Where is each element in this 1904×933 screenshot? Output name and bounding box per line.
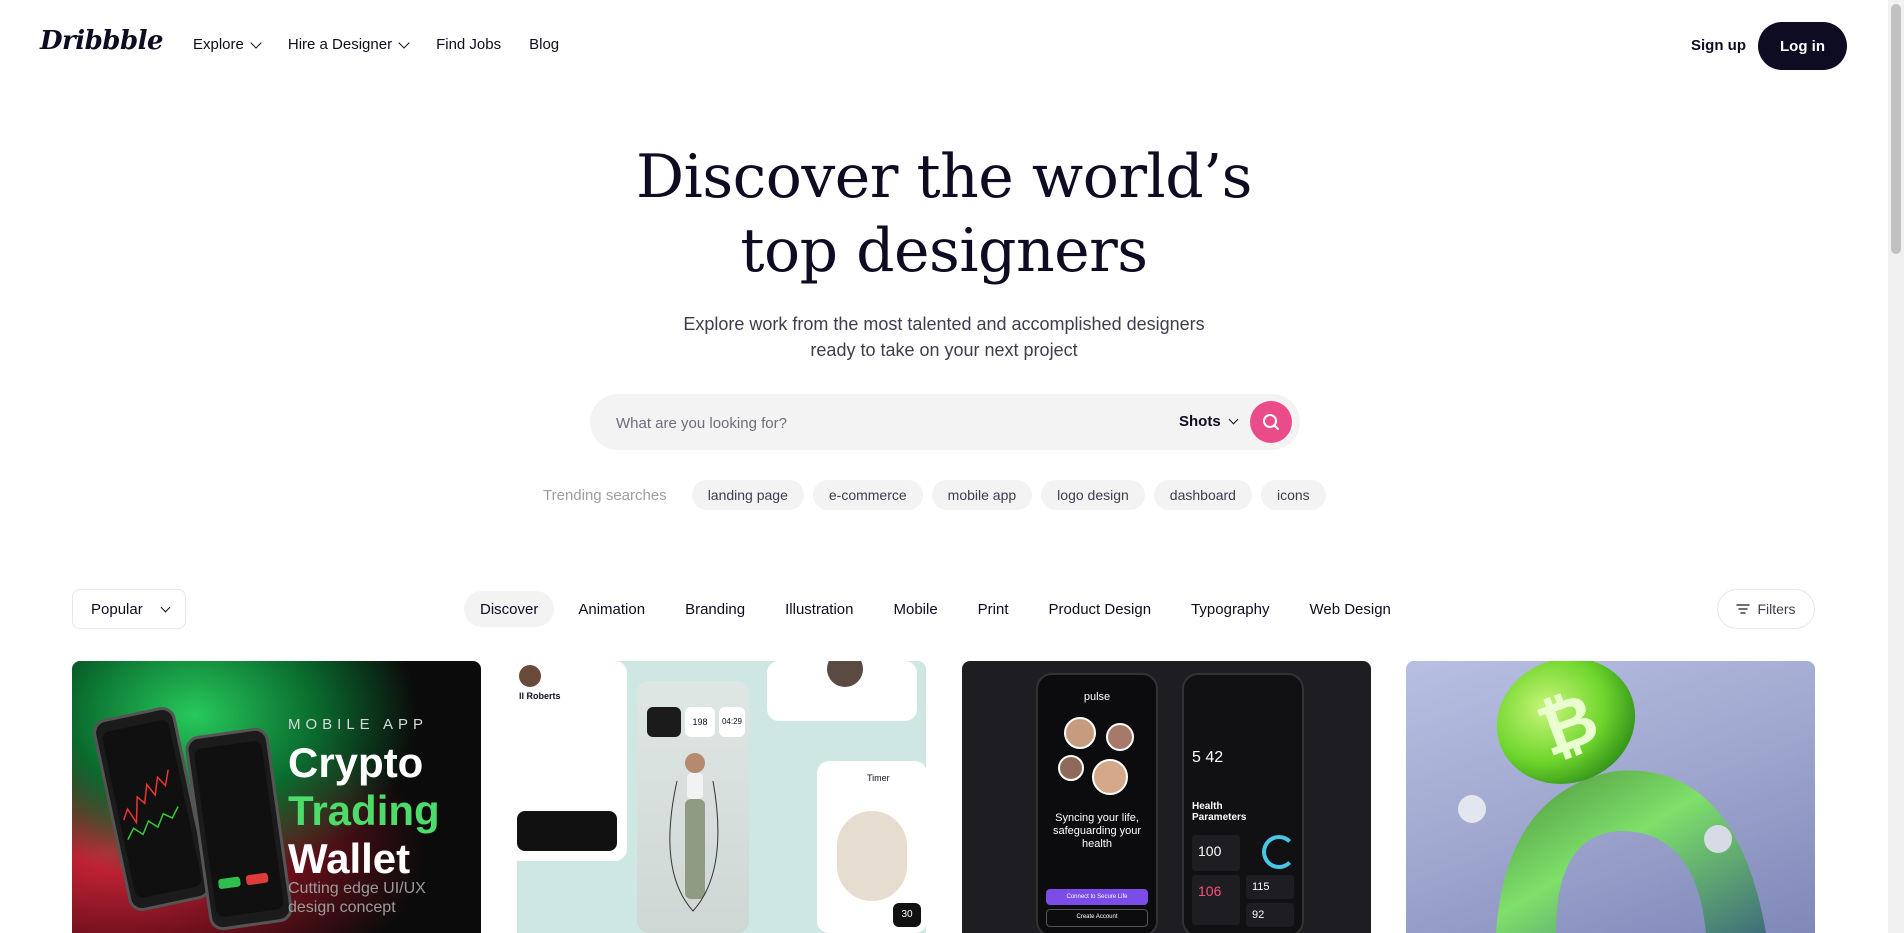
trending-chip[interactable]: icons — [1260, 480, 1326, 510]
cta-secondary: Create Account — [1046, 909, 1148, 927]
shot-caption: Cutting edge UI/UX design concept — [288, 879, 426, 917]
trending-chip[interactable]: dashboard — [1153, 480, 1252, 510]
avatar — [519, 665, 541, 687]
tab-discover[interactable]: Discover — [464, 591, 555, 627]
chevron-down-icon — [398, 36, 410, 49]
trending-searches: Trending searches landing page e-commerc… — [543, 480, 1335, 510]
tab-illustration[interactable]: Illustration — [769, 591, 869, 627]
app-headline: Syncing your life, safeguarding your hea… — [1052, 812, 1142, 850]
shot-thumbnail-crypto-wallet[interactable]: MOBILE APP Crypto Trading Wallet Cutting… — [72, 661, 481, 933]
shot-thumbnail-fitness-app[interactable]: ll Roberts 198 04:29 Timer 30 — [517, 661, 926, 933]
trending-chip[interactable]: e-commerce — [812, 480, 923, 510]
tab-print[interactable]: Print — [962, 591, 1025, 627]
tab-product-design[interactable]: Product Design — [1033, 591, 1168, 627]
page-scrollbar[interactable] — [1888, 0, 1904, 933]
nav-blog[interactable]: Blog — [529, 36, 559, 53]
trending-label: Trending searches — [543, 486, 667, 504]
sort-dropdown[interactable]: Popular — [72, 589, 186, 629]
cta-primary: Connect to Secure Life — [1046, 889, 1148, 905]
dribbble-logo[interactable]: Dribbble — [40, 26, 164, 56]
hero-title-line-1: Discover the world’s — [636, 142, 1252, 212]
hero-subtitle-line-1: Explore work from the most talented and … — [683, 314, 1205, 334]
search-type-select[interactable]: Shots — [1179, 413, 1239, 430]
nav-hire-label: Hire a Designer — [287, 36, 393, 53]
tab-web-design[interactable]: Web Design — [1293, 591, 1406, 627]
chart-graphic — [122, 769, 179, 841]
nav-explore-label: Explore — [193, 36, 244, 53]
main-nav: Explore Hire a Designer Find Jobs Blog — [193, 36, 587, 53]
panel-title: Health Parameters — [1192, 801, 1247, 823]
athlete-illustration — [669, 753, 719, 912]
filters-label: Filters — [1757, 601, 1796, 617]
avatar — [1092, 759, 1128, 795]
card-label: Timer — [867, 773, 890, 783]
login-button[interactable]: Log in — [1758, 22, 1847, 70]
trending-chip[interactable]: logo design — [1041, 480, 1145, 510]
chevron-down-icon — [250, 36, 262, 49]
tab-typography[interactable]: Typography — [1175, 591, 1285, 627]
trending-chip[interactable]: mobile app — [931, 480, 1033, 510]
hero-title-line-2: top designers — [740, 216, 1148, 286]
metric-tile: 115 — [1246, 875, 1294, 899]
nav-hire-designer[interactable]: Hire a Designer — [287, 36, 410, 53]
shot-caption-line: Cutting edge UI/UX — [288, 880, 426, 897]
app-card — [767, 661, 917, 721]
tab-branding[interactable]: Branding — [669, 591, 761, 627]
signup-link[interactable]: Sign up — [1691, 37, 1746, 54]
filters-button[interactable]: Filters — [1717, 589, 1815, 629]
avatar — [1106, 723, 1134, 751]
nav-find-jobs[interactable]: Find Jobs — [436, 36, 501, 53]
app-brand: pulse — [1083, 691, 1111, 703]
tab-animation[interactable]: Animation — [562, 591, 661, 627]
search-input[interactable] — [614, 394, 1118, 452]
app-card: Timer 30 — [817, 761, 926, 933]
hero-subtitle: Explore work from the most talented and … — [0, 311, 1888, 363]
shot-title-line: Trading — [288, 787, 440, 834]
site-header: Dribbble Explore Hire a Designer Find Jo… — [0, 0, 1888, 92]
trending-chip[interactable]: landing page — [691, 480, 804, 510]
app-card: ll Roberts — [517, 661, 627, 861]
hero-title: Discover the world’s top designers — [0, 140, 1888, 288]
scrollbar-thumb[interactable] — [1891, 4, 1901, 254]
shot-title-line: Wallet — [288, 835, 411, 882]
avatar — [827, 661, 863, 687]
gauge-graphic — [1262, 835, 1296, 869]
filter-icon — [1736, 604, 1751, 614]
nav-explore[interactable]: Explore — [193, 36, 262, 53]
phone-mockup: pulse Syncing your life, safeguarding yo… — [1036, 673, 1158, 933]
shot-title-line: Crypto — [288, 739, 424, 786]
person-photo — [837, 811, 907, 901]
avatar — [1064, 717, 1096, 749]
tab-mobile[interactable]: Mobile — [877, 591, 953, 627]
buy-chip — [217, 876, 241, 890]
metric-tile: 100 — [1192, 835, 1240, 871]
chevron-down-icon — [1228, 414, 1239, 425]
avatar — [1058, 755, 1084, 781]
sell-chip — [245, 872, 269, 886]
shot-kicker: MOBILE APP — [288, 716, 429, 733]
metric-tile: 92 — [1246, 903, 1294, 927]
phone-screen — [193, 740, 285, 918]
tab-bar — [517, 811, 617, 851]
hero-subtitle-line-2: ready to take on your next project — [810, 340, 1078, 360]
search-icon — [1263, 414, 1279, 430]
counter-tile: 30 — [893, 903, 921, 927]
search-button[interactable] — [1250, 401, 1292, 443]
app-card: 198 04:29 — [637, 681, 749, 933]
search-bar: Shots — [590, 394, 1300, 452]
bitcoin-3d-illustration: ₿ — [1458, 661, 1766, 933]
shot-thumbnail-bitcoin-3d[interactable]: ₿ — [1406, 661, 1815, 933]
profile-name: ll Roberts — [519, 691, 561, 701]
metric-tile: 106 — [1192, 875, 1240, 925]
sort-label: Popular — [91, 600, 143, 618]
time-readout: 5 42 — [1192, 749, 1224, 766]
phone-mockup — [183, 726, 295, 932]
phone-mockup: 5 42 Health Parameters 100 106 115 92 — [1182, 673, 1304, 933]
shot-thumbnail-health-app[interactable]: pulse Syncing your life, safeguarding yo… — [962, 661, 1371, 933]
chevron-down-icon — [160, 602, 171, 613]
shot-caption-line: design concept — [288, 899, 396, 916]
page: Dribbble Explore Hire a Designer Find Jo… — [0, 0, 1888, 933]
search-type-label: Shots — [1179, 413, 1221, 430]
category-tabs: Discover Animation Branding Illustration… — [464, 591, 1415, 627]
